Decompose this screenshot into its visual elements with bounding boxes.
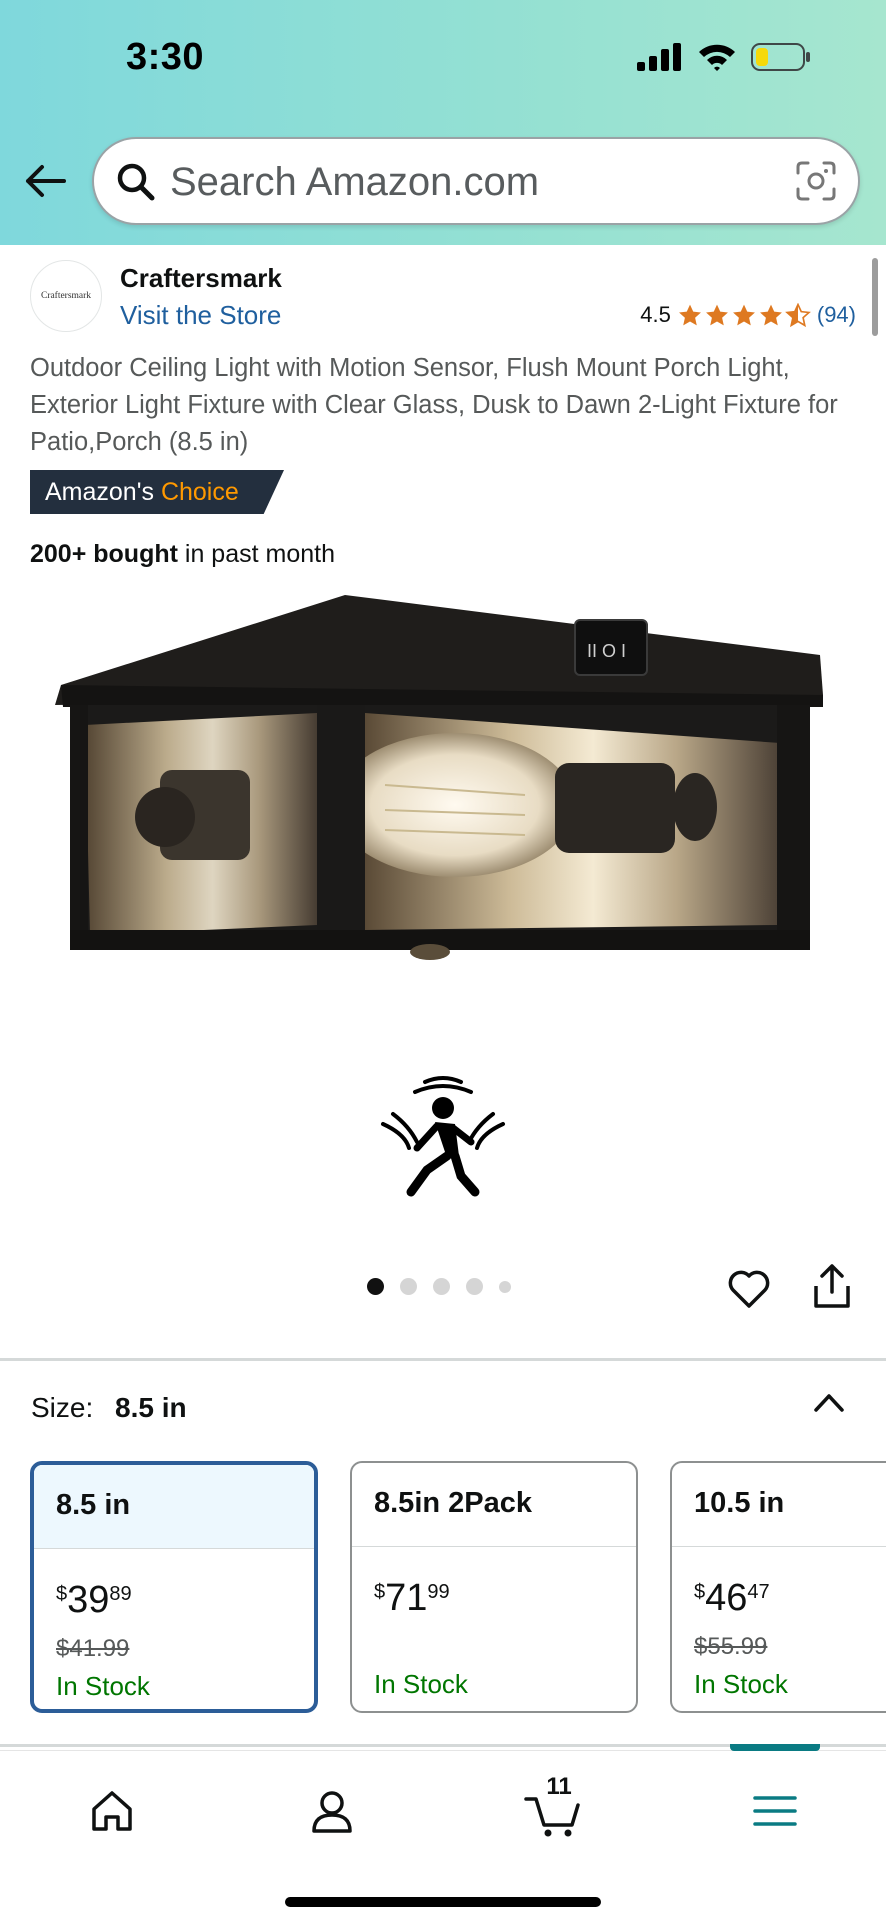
list-price: $41.99 xyxy=(56,1635,130,1662)
list-price: $55.99 xyxy=(694,1633,768,1660)
star-rating-icon xyxy=(677,302,811,328)
size-option-name: 8.5 in xyxy=(56,1489,131,1521)
visit-store-link[interactable]: Visit the Store xyxy=(120,300,281,331)
section-divider xyxy=(0,1358,886,1361)
rating-summary[interactable]: 4.5 (94) xyxy=(640,302,856,328)
size-option-name: 10.5 in xyxy=(694,1487,785,1519)
search-input[interactable]: Search Amazon.com xyxy=(92,137,860,225)
home-indicator-bar[interactable] xyxy=(285,1897,601,1907)
motion-sensor-icon xyxy=(381,1076,505,1197)
size-options: 8.5 in $3989 $41.99 In Stock 8.5in 2Pack… xyxy=(30,1461,886,1713)
size-option-8-5-in[interactable]: 8.5 in $3989 $41.99 In Stock xyxy=(30,1461,318,1713)
stock-status: In Stock xyxy=(694,1669,788,1699)
bought-in-past-month: 200+ bought in past month xyxy=(30,540,335,569)
star-icon xyxy=(759,304,782,325)
price-fraction: 47 xyxy=(747,1581,770,1603)
image-carousel-dots[interactable] xyxy=(367,1278,511,1295)
brand-logo-text: Craftersmark xyxy=(40,291,92,301)
active-tab-indicator xyxy=(730,1744,820,1751)
size-option-8-5in-2pack[interactable]: 8.5in 2Pack $7199 In Stock xyxy=(350,1461,638,1713)
home-icon[interactable] xyxy=(82,1781,142,1841)
star-icon xyxy=(732,304,755,325)
carousel-dot[interactable] xyxy=(367,1278,384,1295)
badge-highlight: Choice xyxy=(160,478,239,506)
carousel-dot[interactable] xyxy=(499,1280,511,1293)
scrollbar[interactable] xyxy=(872,258,878,336)
rating-value: 4.5 xyxy=(640,302,671,327)
star-icon xyxy=(678,304,701,325)
header: 3:30 Search Amazon.com xyxy=(0,0,886,245)
carousel-dot[interactable] xyxy=(466,1278,483,1295)
chevron-up-icon[interactable] xyxy=(810,1384,848,1422)
size-option-header: 8.5in 2Pack xyxy=(352,1463,636,1547)
status-time: 3:30 xyxy=(126,36,205,78)
cellular-signal-icon xyxy=(637,43,681,71)
size-option-price: $7199 xyxy=(374,1577,450,1620)
wifi-icon xyxy=(699,44,735,71)
price-whole: 46 xyxy=(705,1577,748,1619)
size-option-10-5-in[interactable]: 10.5 in $4647 $55.99 In Stock xyxy=(670,1461,886,1713)
price-whole: 39 xyxy=(67,1579,110,1621)
svg-text:II O I: II O I xyxy=(587,641,626,661)
star-icon xyxy=(705,304,728,325)
badge-text: Amazon's Choice xyxy=(45,478,239,507)
price-fraction: 89 xyxy=(109,1583,132,1605)
cart-count-badge: 11 xyxy=(546,1773,572,1800)
back-arrow-icon[interactable] xyxy=(22,158,68,204)
size-option-price: $3989 xyxy=(56,1579,132,1622)
stock-status: In Stock xyxy=(374,1669,468,1699)
wishlist-heart-icon[interactable] xyxy=(726,1266,772,1312)
search-placeholder: Search Amazon.com xyxy=(170,160,540,204)
size-option-name: 8.5in 2Pack xyxy=(374,1487,532,1519)
product-image[interactable]: II O I xyxy=(55,595,835,965)
price-currency: $ xyxy=(374,1581,386,1603)
price-fraction: 99 xyxy=(427,1581,450,1603)
menu-icon[interactable] xyxy=(745,1781,805,1841)
product-title: Outdoor Ceiling Light with Motion Sensor… xyxy=(30,354,838,456)
stock-status: In Stock xyxy=(56,1671,150,1701)
half-star-icon xyxy=(784,302,811,327)
brand-logo[interactable]: Craftersmark xyxy=(30,260,102,332)
size-option-header: 8.5 in xyxy=(34,1465,314,1549)
price-currency: $ xyxy=(694,1581,706,1603)
price-currency: $ xyxy=(56,1583,68,1605)
bottom-nav: 11 xyxy=(0,1744,886,1920)
size-label: Size: xyxy=(31,1392,94,1423)
selected-size: 8.5 in xyxy=(115,1392,187,1423)
status-icons xyxy=(637,42,811,72)
carousel-dot[interactable] xyxy=(400,1278,417,1295)
battery-icon xyxy=(751,43,810,71)
search-icon xyxy=(117,163,155,201)
badge-prefix: Amazon's xyxy=(45,478,154,506)
review-count-link[interactable]: (94) xyxy=(817,302,856,328)
carousel-dot[interactable] xyxy=(433,1278,450,1295)
price-whole: 71 xyxy=(385,1577,428,1619)
account-icon[interactable] xyxy=(302,1781,362,1841)
brand-name: Craftersmark xyxy=(120,263,282,293)
share-icon[interactable] xyxy=(810,1262,854,1312)
camera-lens-icon[interactable] xyxy=(794,159,838,203)
bought-count: 200+ bought xyxy=(30,540,178,568)
amazons-choice-badge[interactable]: Amazon's Choice xyxy=(30,470,284,514)
size-option-price: $4647 xyxy=(694,1577,770,1620)
bought-period: in past month xyxy=(184,540,335,568)
size-option-header: 10.5 in xyxy=(672,1463,886,1547)
